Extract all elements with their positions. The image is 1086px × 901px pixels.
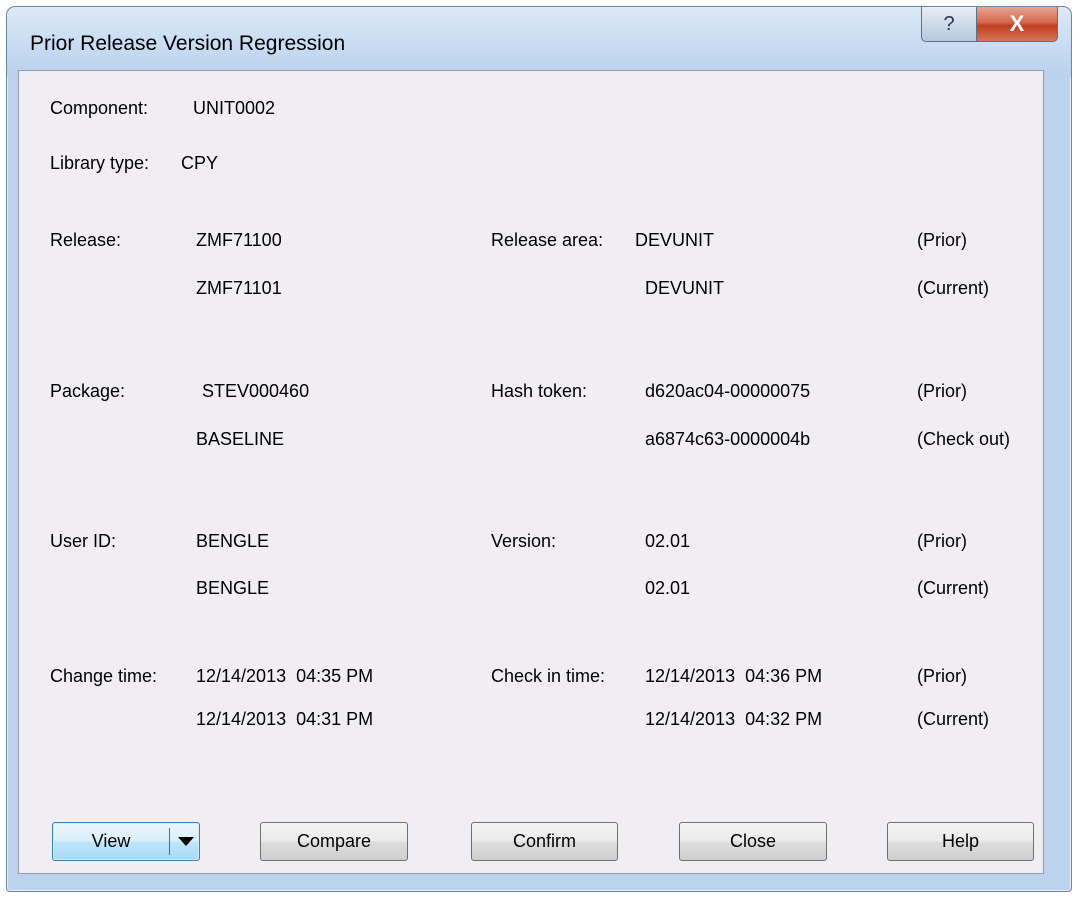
confirm-button[interactable]: Confirm — [471, 822, 618, 861]
version-current-value: 02.01 — [645, 578, 691, 598]
user-id-label: User ID: — [50, 531, 117, 551]
dropdown-arrow-icon[interactable] — [178, 837, 194, 846]
release-current-tag: (Current) — [917, 278, 990, 298]
component-label: Component: — [50, 98, 149, 118]
close-title-button[interactable]: X — [976, 7, 1058, 42]
compare-button[interactable]: Compare — [260, 822, 408, 861]
help-title-button[interactable]: ? — [921, 7, 977, 42]
check-in-time-current-tag: (Current) — [917, 709, 990, 729]
version-prior-tag: (Prior) — [917, 531, 967, 551]
check-in-time-prior-tag: (Prior) — [917, 666, 967, 686]
release-area-label: Release area: — [491, 230, 604, 250]
check-in-time-label: Check in time: — [491, 666, 606, 686]
release-area-current-value: DEVUNIT — [645, 278, 725, 298]
release-prior-value: ZMF71100 — [196, 230, 282, 250]
hash-token-label: Hash token: — [491, 381, 588, 401]
help-button[interactable]: Help — [887, 822, 1034, 861]
view-split-button[interactable]: View — [52, 822, 200, 861]
component-value: UNIT0002 — [193, 98, 276, 118]
library-type-label: Library type: — [50, 153, 150, 173]
version-current-tag: (Current) — [917, 578, 990, 598]
user-id-prior-value: BENGLE — [196, 531, 270, 551]
user-id-current-value: BENGLE — [196, 578, 270, 598]
version-label: Version: — [491, 531, 557, 551]
hash-token-check-out-tag: (Check out) — [917, 429, 1011, 449]
title-bar[interactable]: Prior Release Version Regression ? X — [7, 7, 1071, 77]
package-label: Package: — [50, 381, 126, 401]
release-area-prior-value: DEVUNIT — [635, 230, 715, 250]
hash-token-current-value: a6874c63-0000004b — [645, 429, 811, 449]
hash-token-prior-value: d620ac04-00000075 — [645, 381, 811, 401]
release-current-value: ZMF71101 — [196, 278, 282, 298]
change-time-label: Change time: — [50, 666, 158, 686]
library-type-value: CPY — [181, 153, 219, 173]
dialog-content — [18, 70, 1044, 874]
hash-token-prior-tag: (Prior) — [917, 381, 967, 401]
question-mark-icon: ? — [943, 12, 955, 35]
window-title: Prior Release Version Regression — [30, 32, 346, 55]
change-time-prior-value: 12/14/2013 04:35 PM — [196, 666, 374, 686]
check-in-time-prior-value: 12/14/2013 04:36 PM — [645, 666, 823, 686]
package-current-value: BASELINE — [196, 429, 285, 449]
split-separator — [169, 828, 170, 855]
close-icon: X — [1009, 11, 1025, 36]
package-prior-value: STEV000460 — [202, 381, 310, 401]
release-label: Release: — [50, 230, 122, 250]
close-button[interactable]: Close — [679, 822, 827, 861]
view-button-label[interactable]: View — [53, 831, 169, 852]
check-in-time-current-value: 12/14/2013 04:32 PM — [645, 709, 823, 729]
release-prior-tag: (Prior) — [917, 230, 967, 250]
change-time-current-value: 12/14/2013 04:31 PM — [196, 709, 374, 729]
version-prior-value: 02.01 — [645, 531, 691, 551]
